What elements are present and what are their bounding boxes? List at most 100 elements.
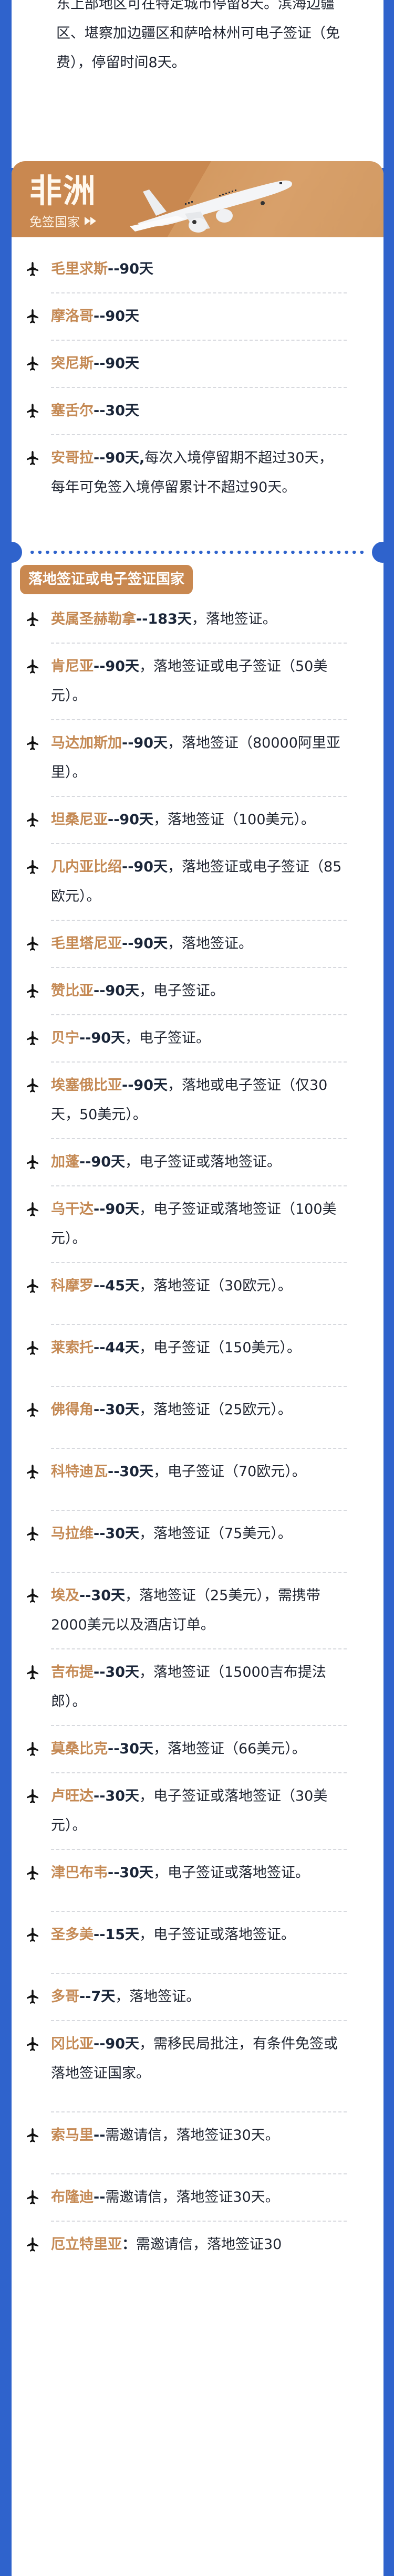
country-item: 乌干达--90天，电子签证或落地签证（100美元）。 <box>12 1195 383 1254</box>
russia-note-paragraph: 东上部地区可在特定城市停留8天。滨海边疆区、堪察加边疆区和萨哈林州可电子签证（免… <box>56 0 340 71</box>
country-item: 塞舌尔--30天 <box>12 396 383 426</box>
country-name: 毛里求斯 <box>51 261 108 277</box>
dashed-divider <box>51 1849 347 1850</box>
dashed-divider <box>51 1014 347 1015</box>
stay-duration: --90天 <box>122 1077 168 1094</box>
airplane-icon <box>27 659 38 674</box>
dashed-divider <box>51 340 347 341</box>
country-name: 卢旺达 <box>51 1788 94 1804</box>
country-name: 厄立特里亚 <box>51 2236 122 2253</box>
country-item: 英属圣赫勒拿--183天，落地签证。 <box>12 605 383 634</box>
stay-duration: --44天 <box>94 1340 139 1356</box>
dashed-divider <box>51 1185 347 1186</box>
country-name: 塞舌尔 <box>51 403 94 419</box>
dashed-divider <box>51 1061 347 1063</box>
airplane-icon <box>27 1341 38 1355</box>
visa-details: 需邀请信，落地签证30天。 <box>105 2127 279 2143</box>
country-name: 几内亚比绍 <box>51 859 122 875</box>
country-name: 科特迪瓦 <box>51 1464 108 1480</box>
country-name: 摩洛哥 <box>51 308 94 324</box>
country-name: 津巴布韦 <box>51 1865 108 1881</box>
country-name: 毛里塔尼亚 <box>51 935 122 952</box>
country-item: 吉布提--30天，落地签证（15000吉布提法郎）。 <box>12 1658 383 1717</box>
stay-duration: --7天 <box>79 1989 116 2005</box>
country-item: 莫桑比克--30天，落地签证（66美元）。 <box>12 1734 383 1764</box>
country-name: 莱索托 <box>51 1340 94 1356</box>
airplane-icon <box>27 1589 38 1603</box>
country-item: 圣多美--15天，电子签证或落地签证。 <box>12 1920 383 1950</box>
country-item: 加蓬--90天，电子签证或落地签证。 <box>12 1148 383 1177</box>
country-name: 吉布提 <box>51 1664 94 1680</box>
stay-duration: --30天 <box>108 1464 153 1480</box>
dashed-divider <box>51 2221 347 2222</box>
country-name: 索马里 <box>51 2127 94 2143</box>
visa-on-arrival-list: 英属圣赫勒拿--183天，落地签证。 肯尼亚--90天，落地签证或电子签证（50… <box>12 605 383 2259</box>
airplane-icon <box>27 984 38 998</box>
airplane-icon <box>27 860 38 874</box>
country-name: 贝宁 <box>51 1030 79 1046</box>
stay-duration: --30天 <box>108 1865 153 1881</box>
airplane-icon <box>27 612 38 626</box>
country-item: 埃及--30天，落地签证（25美元），需携带2000美元以及酒店订单。 <box>12 1581 383 1640</box>
country-item: 马达加斯加--90天，落地签证（80000阿里亚里）。 <box>12 729 383 787</box>
country-name: 科摩罗 <box>51 1278 94 1294</box>
country-name: 佛得角 <box>51 1402 94 1418</box>
stay-duration: --90天 <box>94 983 139 999</box>
airplane-illustration <box>130 180 292 233</box>
dashed-divider <box>51 387 347 388</box>
country-item: 毛里塔尼亚--90天，落地签证。 <box>12 929 383 959</box>
africa-title: 非洲 <box>29 172 97 210</box>
visa-details: ，电子签证或落地签证。 <box>153 1865 309 1881</box>
country-name: 马拉维 <box>51 1526 94 1542</box>
africa-header: 非洲 免签国家 <box>12 161 383 237</box>
visa-details: 需邀请信，落地签证30 <box>136 2236 282 2253</box>
dashed-divider <box>51 1138 347 1139</box>
country-name: 坦桑尼亚 <box>51 812 108 828</box>
airplane-icon <box>27 356 38 371</box>
stay-duration: --90天 <box>94 2036 139 2052</box>
airplane-icon <box>27 1078 38 1092</box>
stay-duration: --90天 <box>108 812 153 828</box>
stay-duration: --30天 <box>94 1788 139 1804</box>
country-name: 英属圣赫勒拿 <box>51 611 136 627</box>
country-name: 埃及 <box>51 1587 79 1604</box>
visa-details: ，电子签证（150美元）。 <box>139 1340 302 1356</box>
stay-duration: ： <box>122 2236 136 2253</box>
visa-details: ，落地签证（30欧元）。 <box>139 1278 292 1294</box>
dashed-divider <box>51 1324 347 1325</box>
country-name: 马达加斯加 <box>51 735 122 751</box>
country-item: 厄立特里亚：需邀请信，落地签证30 <box>12 2230 383 2259</box>
stay-duration: --90天 <box>79 1154 125 1170</box>
dashed-divider <box>51 292 347 293</box>
visa-details: ，落地签证（75美元）。 <box>139 1526 292 1542</box>
country-item: 毛里求斯--90天 <box>12 255 383 284</box>
dashed-divider <box>51 1262 347 1263</box>
dotted-divider <box>28 551 366 554</box>
visa-details: ，落地签证。 <box>168 935 253 952</box>
stay-duration: --90天 <box>94 355 139 372</box>
top-info-card: 东上部地区可在特定城市停留8天。滨海边疆区、堪察加边疆区和萨哈林州可电子签证（免… <box>12 0 383 168</box>
visa-details: ，落地签证（25欧元）。 <box>139 1402 292 1418</box>
country-name: 莫桑比克 <box>51 1741 108 1757</box>
airplane-icon <box>27 736 38 750</box>
country-item: 马拉维--30天，落地签证（75美元）。 <box>12 1519 383 1549</box>
visa-details: ，电子签证。 <box>125 1030 210 1046</box>
section-separator <box>0 542 394 563</box>
stay-duration: --30天 <box>108 1741 153 1757</box>
stay-duration: --90天, <box>94 450 145 466</box>
country-name: 冈比亚 <box>51 2036 94 2052</box>
dashed-divider <box>51 1772 347 1773</box>
stay-duration: --45天 <box>94 1278 139 1294</box>
dashed-divider <box>51 967 347 968</box>
airplane-icon <box>27 937 38 951</box>
country-item: 埃塞俄比亚--90天，落地或电子签证（仅30天，50美元）。 <box>12 1071 383 1130</box>
airplane-icon <box>27 1665 38 1679</box>
country-name: 圣多美 <box>51 1927 94 1943</box>
